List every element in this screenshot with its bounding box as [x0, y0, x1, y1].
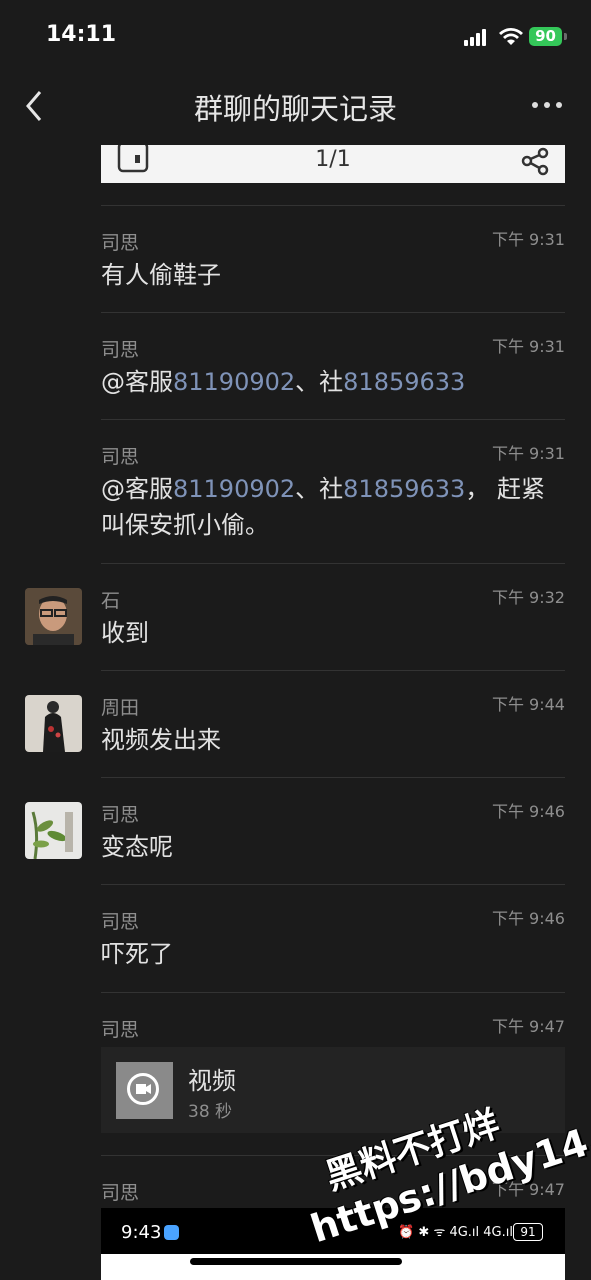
message-time: 下午 9:46 [491, 909, 565, 928]
page-title: 群聊的聊天记录 [193, 92, 397, 126]
message-text: @客服81190902、社81859633， 赶紧叫保安抓小偷。 [101, 475, 545, 539]
cellular-signal-icon [464, 28, 490, 46]
message-time: 下午 9:46 [491, 802, 565, 821]
share-icon[interactable] [519, 145, 551, 177]
video-thumbnail[interactable] [116, 1062, 173, 1119]
message-time: 下午 9:31 [491, 337, 565, 356]
divider [101, 884, 565, 885]
inner-status-time: 9:43 [121, 1222, 162, 1243]
sender-name: 石 [101, 590, 121, 612]
status-bar: 14:11 90 [0, 0, 591, 70]
message-text: @客服81190902、社81859633 [101, 368, 466, 396]
home-indicator[interactable] [190, 1258, 402, 1265]
message-time: 下午 9:31 [491, 230, 565, 249]
sender-name: 司思 [101, 1182, 140, 1204]
divider [101, 670, 565, 671]
sender-name: 司思 [101, 1019, 140, 1041]
sender-name: 司思 [101, 339, 140, 361]
status-time: 14:11 [46, 22, 117, 47]
divider [101, 777, 565, 778]
attachment-card[interactable]: 1/1 [101, 145, 565, 183]
video-duration: 38 秒 [188, 1102, 233, 1122]
message-text: 有人偷鞋子 [101, 261, 221, 289]
phone-link[interactable]: 81859633 [343, 368, 465, 396]
more-options-icon[interactable] [530, 100, 564, 110]
avatar[interactable] [25, 695, 82, 752]
divider [101, 205, 565, 206]
battery-nub [564, 33, 567, 40]
sender-name: 司思 [101, 911, 140, 933]
sender-name: 司思 [101, 804, 140, 826]
divider [101, 563, 565, 564]
message-time: 下午 9:32 [491, 588, 565, 607]
avatar[interactable] [25, 588, 82, 645]
phone-link[interactable]: 81859633 [343, 475, 465, 503]
divider [101, 312, 565, 313]
nav-bar: 群聊的聊天记录 [0, 70, 591, 145]
sender-name: 司思 [101, 446, 140, 468]
sender-name: 司思 [101, 232, 140, 254]
inner-status-icons: ⏰ ✱ ᯤ 4G.ıl 4G.ıl [398, 1225, 513, 1240]
message-text: 视频发出来 [101, 726, 221, 754]
message-text: 收到 [101, 619, 149, 647]
battery-icon: 90 [529, 27, 562, 46]
message-time: 下午 9:44 [491, 695, 565, 714]
divider [101, 992, 565, 993]
phone-link[interactable]: 81190902 [173, 475, 295, 503]
wifi-icon [499, 28, 523, 45]
video-camera-icon [127, 1073, 159, 1105]
divider [101, 419, 565, 420]
phone-link[interactable]: 81190902 [173, 368, 295, 396]
inner-battery-icon: 91 [513, 1223, 543, 1241]
app-notification-icon [164, 1225, 179, 1240]
message-time: 下午 9:31 [491, 444, 565, 463]
page-counter: 1/1 [315, 147, 351, 172]
avatar[interactable] [25, 802, 82, 859]
message-text: 吓死了 [101, 940, 173, 968]
video-label: 视频 [188, 1067, 236, 1095]
message-text: 变态呢 [101, 833, 173, 861]
sender-name: 周田 [101, 697, 140, 719]
